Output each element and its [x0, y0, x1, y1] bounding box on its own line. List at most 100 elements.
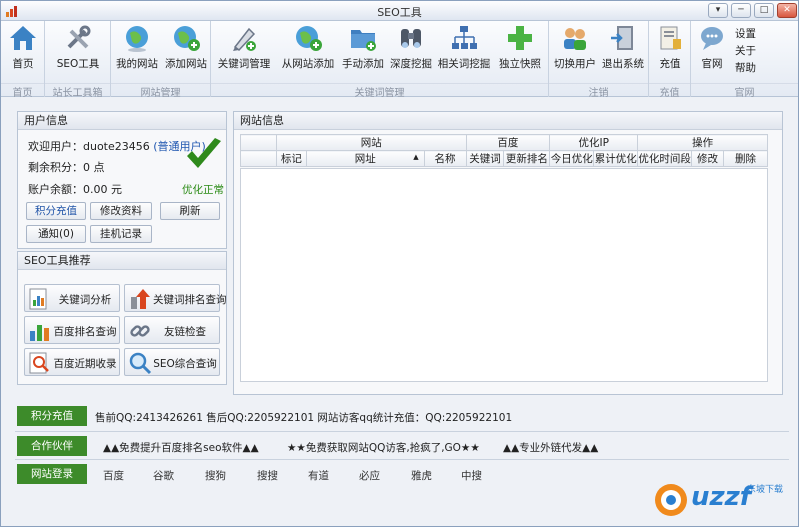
manual-add-button[interactable]: 手动添加 [339, 23, 387, 81]
column-header[interactable]: 修改 [691, 150, 724, 167]
login-link-yahoo[interactable]: 雅虎 [411, 468, 432, 483]
ribbon-group-webmaster: SEO工具 站长工具箱 [45, 21, 111, 99]
sort-asc-icon: ▲ [413, 153, 419, 161]
maximize-button[interactable]: □ [754, 3, 774, 18]
pen-icon [233, 27, 256, 52]
welcome-line: 欢迎用户：duote23456 (普通用户) [28, 138, 206, 154]
binoculars-icon [401, 29, 421, 48]
globe-add-icon [296, 26, 322, 51]
home-button[interactable]: 首页 [3, 23, 43, 81]
column-header[interactable]: 今日优化 [549, 150, 595, 167]
notifications-button[interactable]: 通知(0) [26, 225, 86, 243]
ribbon-group-title: 首页 [1, 83, 44, 99]
search-doc-icon [29, 352, 49, 374]
exit-system-button[interactable]: 退出系统 [599, 23, 647, 81]
ribbon-group-keyword-manage: 关键词管理 从网站添加 手动添加 深度挖掘 相关词挖掘 独立快照 关键词管理 [211, 21, 549, 99]
column-header[interactable]: 关键词 [465, 150, 505, 167]
minimize-button[interactable]: ─ [731, 3, 751, 18]
link-icon [130, 325, 150, 337]
login-link-zhongsou[interactable]: 中搜 [461, 468, 482, 483]
partner-link[interactable]: ▲▲专业外链代发▲▲ [503, 440, 598, 455]
watermark-sub: 东坡下载 [747, 485, 784, 495]
baidu-index-tool[interactable]: 百度近期收录 [24, 348, 120, 376]
column-header-url[interactable]: 网址 ▲ [305, 150, 425, 167]
blank-header [240, 134, 277, 151]
seo-tools-button[interactable]: SEO工具 [53, 23, 103, 81]
magnifier-icon [129, 352, 152, 375]
group-header-baidu: 百度 [465, 134, 551, 151]
edit-profile-button[interactable]: 修改资料 [90, 202, 152, 220]
plus-green-icon [508, 26, 532, 50]
partners-bar: 合作伙伴 ▲▲免费提升百度排名seo软件▲▲ ★★免费获取网站QQ访客,抢疯了,… [15, 435, 789, 457]
watermark-text: uzzf [691, 482, 752, 512]
column-header[interactable]: 优化时间段 [637, 150, 693, 167]
exit-icon [611, 26, 633, 50]
partner-link[interactable]: ▲▲免费提升百度排名seo软件▲▲ [103, 440, 259, 455]
chat-icon [701, 27, 723, 50]
keyword-analysis-tool[interactable]: 关键词分析 [24, 284, 120, 312]
site-table-body[interactable] [240, 168, 768, 382]
partner-link[interactable]: ★★免费获取网站QQ访客,抢疯了,GO★★ [287, 440, 480, 455]
tools-icon [67, 25, 91, 49]
settings-button[interactable]: 设置 [735, 26, 756, 41]
official-site-button[interactable]: 官网 [693, 23, 731, 81]
site-login-tag: 网站登录 [17, 464, 87, 484]
column-header[interactable]: 删除 [722, 150, 769, 167]
column-header[interactable]: 标记 [275, 150, 307, 167]
column-header[interactable]: 累计优化 [593, 150, 639, 167]
close-button[interactable]: ✕ [777, 3, 797, 18]
recharge-tag[interactable]: 积分充值 [17, 406, 87, 426]
column-header[interactable]: 更新排名 [503, 150, 551, 167]
window-menu-button[interactable]: ▾ [708, 3, 728, 18]
window-title: SEO工具 [377, 6, 422, 19]
login-link-youdao[interactable]: 有道 [308, 468, 329, 483]
divider [15, 459, 789, 460]
login-link-baidu[interactable]: 百度 [103, 468, 124, 483]
keyword-manage-button[interactable]: 关键词管理 [215, 23, 273, 81]
points-text: 剩余积分：0 点 [28, 161, 105, 174]
ribbon-group-title: 网站管理 [111, 83, 210, 99]
refresh-button[interactable]: 刷新 [160, 202, 220, 220]
globe-icon [126, 26, 148, 52]
site-watermark: uzzf 东坡下载 [653, 478, 793, 522]
globe-add-icon [174, 26, 200, 51]
my-sites-button[interactable]: 我的网站 [115, 23, 159, 81]
app-window: SEO工具 ▾ ─ □ ✕ 首页 首页 SEO工具 站长工具箱 我的网站 添加网… [0, 0, 799, 527]
baidu-rank-tool[interactable]: 百度排名查询 [24, 316, 120, 344]
points-recharge-button[interactable]: 积分充值 [26, 202, 86, 220]
recharge-icon [660, 26, 681, 50]
add-from-site-button[interactable]: 从网站添加 [279, 23, 337, 81]
ribbon-group-title: 充值 [649, 83, 690, 99]
ribbon-group-official: 官网 设置 关于 帮助 官网 [691, 21, 798, 99]
about-button[interactable]: 关于 [735, 43, 756, 58]
column-header[interactable]: 名称 [423, 150, 467, 167]
login-link-google[interactable]: 谷歌 [153, 468, 174, 483]
support-qq-text: 售前QQ:2413426261 售后QQ:2205922101 网站访客qq统计… [95, 412, 513, 424]
login-link-bing[interactable]: 必应 [359, 468, 380, 483]
switch-user-button[interactable]: 切换用户 [551, 23, 599, 81]
ribbon-group-site-manage: 我的网站 添加网站 网站管理 [111, 21, 211, 99]
deep-mining-button[interactable]: 深度挖掘 [387, 23, 435, 81]
ribbon-group-recharge: 充值 充值 [649, 21, 691, 99]
balance-text: 账户余额：0.00 元 [28, 183, 122, 196]
hang-log-button[interactable]: 挂机记录 [90, 225, 152, 243]
recharge-button[interactable]: 充值 [651, 23, 689, 81]
site-info-title: 网站信息 [234, 112, 782, 130]
ribbon-group-home: 首页 首页 [1, 21, 45, 99]
row-header [240, 150, 277, 167]
snapshot-button[interactable]: 独立快照 [495, 23, 545, 81]
login-link-sogou[interactable]: 搜狗 [205, 468, 226, 483]
login-link-soso[interactable]: 搜搜 [257, 468, 278, 483]
friend-link-tool[interactable]: 友链检查 [124, 316, 220, 344]
related-words-button[interactable]: 相关词挖掘 [435, 23, 493, 81]
seo-overall-tool[interactable]: SEO综合查询 [124, 348, 220, 376]
rank-arrow-icon [131, 289, 150, 309]
chart-doc-icon [29, 288, 47, 310]
help-button[interactable]: 帮助 [735, 60, 756, 75]
checkmark-icon [187, 138, 221, 168]
site-info-panel: 网站信息 网站 百度 优化IP 操作 标记 网址 ▲ 名称 关键词 更新排名 今… [233, 111, 783, 395]
keyword-rank-tool[interactable]: 关键词排名查询 [124, 284, 227, 312]
seo-tools-title: SEO工具推荐 [18, 252, 226, 270]
home-icon [10, 26, 36, 50]
add-site-button[interactable]: 添加网站 [163, 23, 209, 81]
